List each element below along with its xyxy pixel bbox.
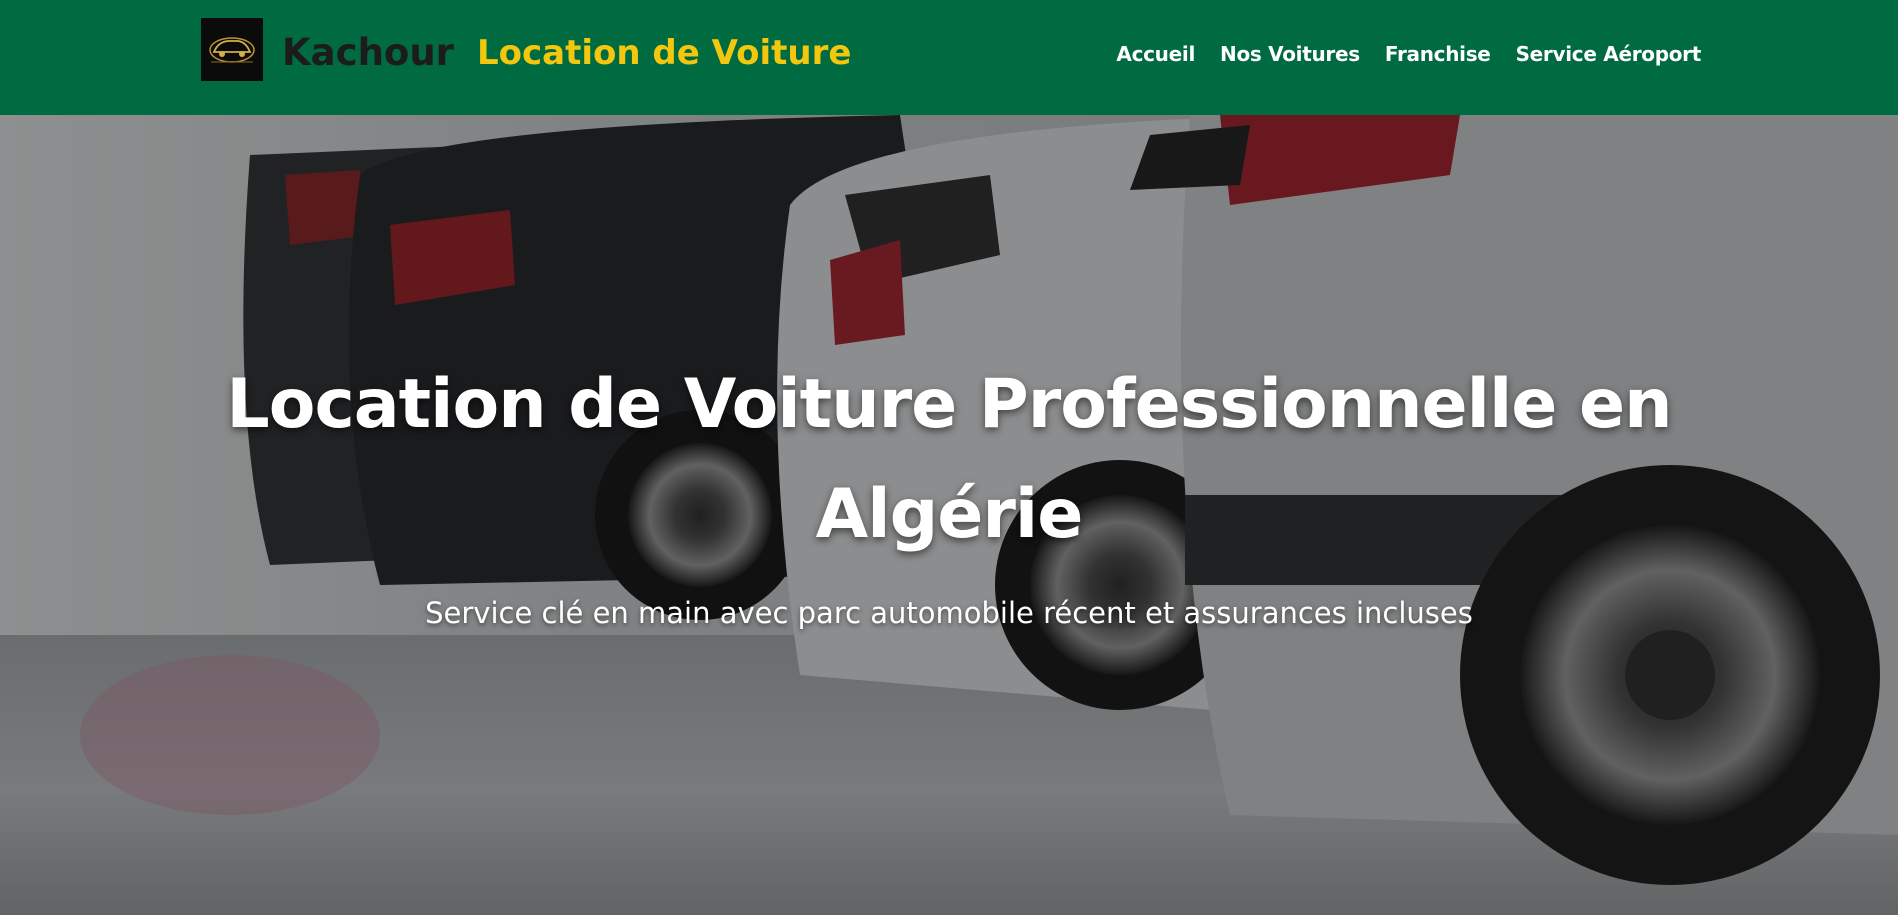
- main-nav: Accueil Nos Voitures Franchise Service A…: [1116, 41, 1701, 67]
- nav-item-service-aeroport[interactable]: Service Aéroport: [1516, 41, 1702, 67]
- brand-logo[interactable]: [201, 18, 263, 81]
- nav-item-accueil[interactable]: Accueil: [1116, 41, 1195, 67]
- hero-subtitle: Service clé en main avec parc automobile…: [425, 596, 1473, 630]
- nav-item-nos-voitures[interactable]: Nos Voitures: [1220, 41, 1360, 67]
- site-header: Kachour Location de Voiture Accueil Nos …: [0, 0, 1898, 115]
- hero-section: Location de Voiture Professionnelle en A…: [0, 115, 1898, 915]
- hero-title: Location de Voiture Professionnelle en A…: [226, 365, 1672, 554]
- brand-name[interactable]: Kachour: [282, 30, 454, 76]
- nav-item-franchise[interactable]: Franchise: [1385, 41, 1491, 67]
- car-logo-icon: [201, 18, 263, 81]
- brand-tagline[interactable]: Location de Voiture: [477, 30, 851, 76]
